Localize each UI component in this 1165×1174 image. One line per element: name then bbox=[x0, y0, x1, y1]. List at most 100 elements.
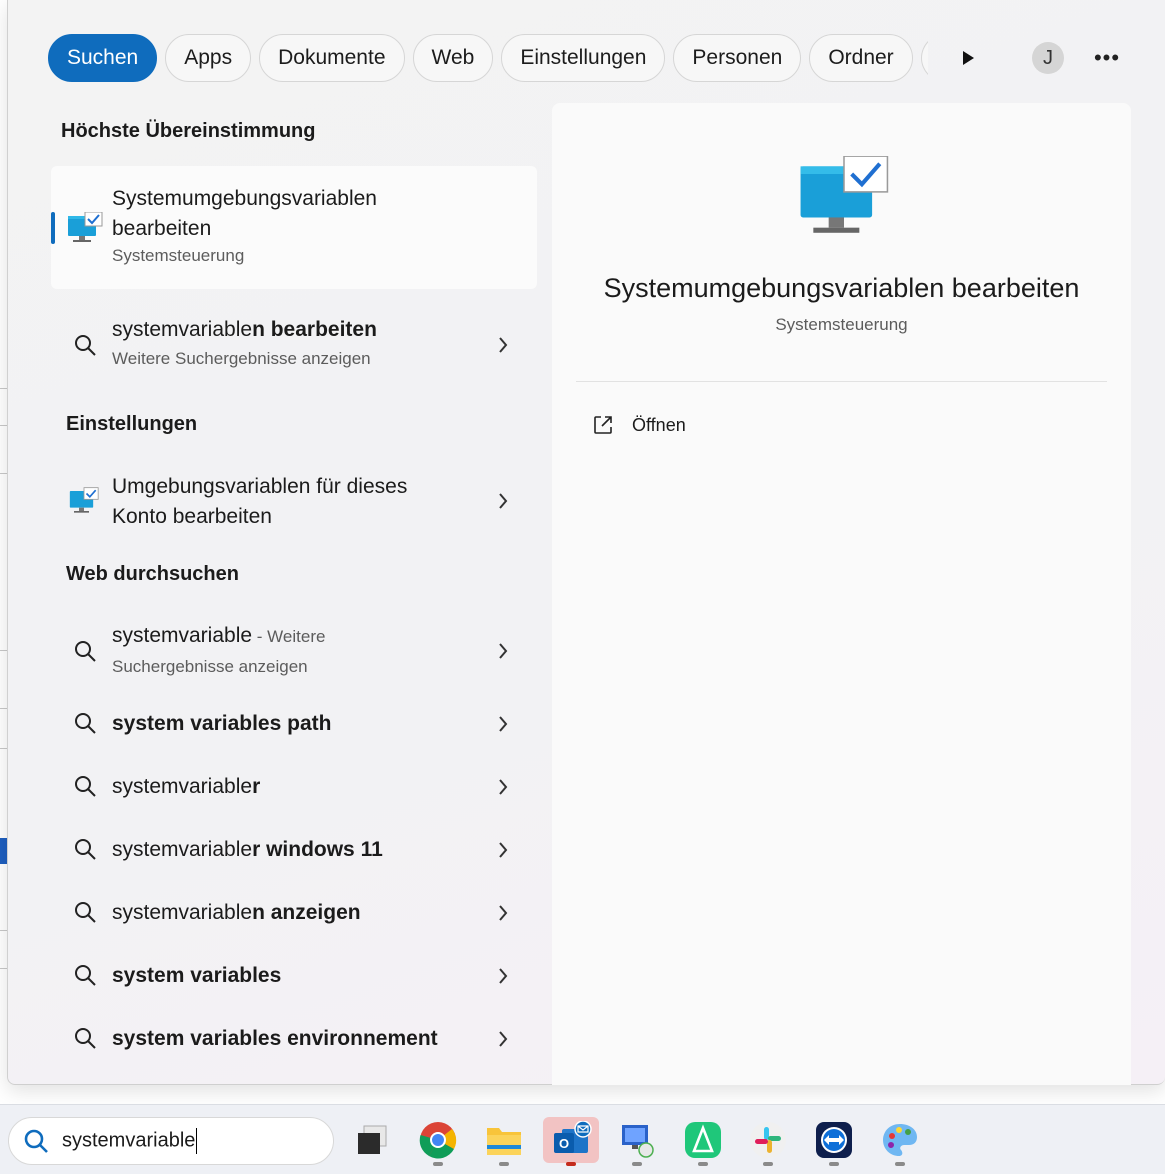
web-result-query: systemvariable bbox=[112, 624, 253, 647]
best-match-subtitle: Systemsteuerung bbox=[112, 246, 245, 265]
search-input[interactable]: systemvariable bbox=[62, 1128, 198, 1154]
paint-app-button[interactable] bbox=[877, 1117, 923, 1166]
suggestion-subtitle: Weitere Suchergebnisse anzeigen bbox=[112, 349, 371, 368]
chip-einstellungen[interactable]: Einstellungen bbox=[501, 34, 666, 82]
web-search-heading: Web durchsuchen bbox=[66, 563, 239, 585]
scroll-chips-right-icon[interactable] bbox=[954, 44, 982, 72]
chevron-right-icon bbox=[499, 493, 508, 509]
running-indicator bbox=[499, 1162, 509, 1166]
web-suggestion-bold: system variables environnement bbox=[112, 1027, 438, 1050]
web-result-row[interactable]: systemvariable - Weitere Suchergebnisse … bbox=[51, 618, 537, 688]
web-suggestion-row[interactable]: systemvariabler bbox=[51, 757, 537, 815]
search-icon bbox=[73, 333, 97, 362]
open-action[interactable]: Öffnen bbox=[592, 409, 892, 441]
remote-desktop-button[interactable] bbox=[614, 1117, 660, 1166]
best-match-heading: Höchste Übereinstimmung bbox=[61, 120, 316, 142]
web-suggestion-row[interactable]: systemvariabler windows 11 bbox=[51, 820, 537, 878]
best-match-result[interactable]: Systemumgebungsvariablen bearbeiten Syst… bbox=[51, 166, 537, 289]
chevron-right-icon bbox=[499, 337, 508, 353]
web-suggestion-row[interactable]: systemvariablen anzeigen bbox=[51, 883, 537, 941]
web-suggestion-prefix: systemvariable bbox=[112, 775, 253, 798]
chevron-right-icon bbox=[499, 1031, 508, 1047]
preview-pane: Systemumgebungsvariablen bearbeiten Syst… bbox=[552, 103, 1131, 1085]
search-input-value: systemvariable bbox=[62, 1129, 196, 1152]
green-app-icon bbox=[685, 1122, 721, 1158]
chevron-right-icon bbox=[499, 842, 508, 858]
suggestion-text: systemvariablen bearbeiten bbox=[112, 318, 377, 342]
taskbar: systemvariable O bbox=[0, 1104, 1165, 1174]
system-monitor-icon bbox=[67, 211, 103, 249]
selection-indicator bbox=[51, 212, 55, 244]
running-indicator bbox=[698, 1162, 708, 1166]
preview-divider bbox=[576, 381, 1107, 382]
web-suggestion-text: systemvariabler bbox=[112, 775, 260, 799]
running-indicator bbox=[763, 1162, 773, 1166]
slack-app-button[interactable] bbox=[745, 1117, 791, 1166]
chrome-icon bbox=[419, 1122, 457, 1159]
web-suggestion-prefix: systemvariable bbox=[112, 838, 253, 861]
chevron-right-icon bbox=[499, 968, 508, 984]
web-result-separator: - Weitere bbox=[252, 627, 326, 646]
web-suggestion-text: system variables path bbox=[112, 712, 331, 736]
search-icon bbox=[73, 1026, 97, 1055]
running-indicator bbox=[895, 1162, 905, 1166]
folder-icon bbox=[487, 1128, 521, 1155]
green-app-button[interactable] bbox=[680, 1117, 726, 1166]
system-monitor-icon bbox=[69, 487, 99, 520]
avatar[interactable]: J bbox=[1032, 42, 1064, 74]
web-suggestion-prefix: systemvariable bbox=[112, 901, 253, 924]
teamviewer-app-button[interactable] bbox=[811, 1117, 857, 1166]
best-match-title: Systemumgebungsvariablen bearbeiten bbox=[112, 187, 377, 240]
web-suggestion-text: system variables bbox=[112, 964, 281, 988]
search-flyout: Suchen Apps Dokumente Web Einstellungen … bbox=[7, 0, 1165, 1085]
web-result-text: systemvariable - Weitere bbox=[112, 624, 325, 648]
settings-result-row[interactable]: Umgebungsvariablen für dieses Konto bear… bbox=[51, 465, 537, 541]
preview-title: Systemumgebungsvariablen bearbeiten bbox=[603, 273, 1080, 303]
search-icon bbox=[73, 963, 97, 992]
remote-desktop-icon bbox=[622, 1125, 654, 1158]
chip-ordner[interactable]: Ordner bbox=[809, 34, 913, 82]
web-suggestion-bold: system variables path bbox=[112, 712, 332, 735]
file-explorer-button[interactable] bbox=[481, 1117, 527, 1166]
web-suggestion-row[interactable]: system variables bbox=[51, 946, 537, 1004]
slack-icon bbox=[750, 1122, 786, 1158]
web-suggestion-row[interactable]: system variables path bbox=[51, 694, 537, 752]
text-caret bbox=[196, 1128, 198, 1154]
taskbar-search-box[interactable]: systemvariable bbox=[8, 1117, 334, 1165]
open-external-icon bbox=[594, 416, 612, 434]
chrome-app-button[interactable] bbox=[415, 1117, 461, 1166]
web-result-subtitle: Suchergebnisse anzeigen bbox=[112, 657, 308, 676]
system-monitor-icon bbox=[798, 155, 890, 243]
chip-dokumente[interactable]: Dokumente bbox=[259, 34, 405, 82]
chip-suchen[interactable]: Suchen bbox=[48, 34, 158, 82]
filter-chip-bar: Suchen Apps Dokumente Web Einstellungen … bbox=[48, 34, 928, 82]
search-icon bbox=[73, 711, 97, 740]
settings-heading: Einstellungen bbox=[66, 413, 198, 435]
search-icon bbox=[73, 639, 97, 668]
task-view-button[interactable] bbox=[349, 1117, 395, 1163]
web-suggestion-text: systemvariablen anzeigen bbox=[112, 901, 361, 925]
preview-subtitle: Systemsteuerung bbox=[775, 315, 908, 334]
running-indicator bbox=[566, 1162, 576, 1166]
teamviewer-icon bbox=[816, 1122, 852, 1158]
search-suggestion-row[interactable]: systemvariablen bearbeiten Weitere Suche… bbox=[51, 312, 537, 382]
chevron-right-icon bbox=[499, 643, 508, 659]
chevron-right-icon bbox=[499, 905, 508, 921]
web-suggestion-bold: n anzeigen bbox=[252, 901, 361, 924]
settings-result-title: Umgebungsvariablen für dieses Konto bear… bbox=[112, 475, 408, 528]
chip-apps[interactable]: Apps bbox=[165, 34, 252, 82]
search-icon bbox=[73, 900, 97, 929]
paint-palette-icon bbox=[883, 1124, 917, 1156]
chip-fotos-partial[interactable]: Fo bbox=[920, 34, 928, 82]
web-suggestion-row[interactable]: system variables environnement bbox=[51, 1009, 537, 1067]
chevron-right-icon bbox=[499, 779, 508, 795]
running-indicator bbox=[433, 1162, 443, 1166]
search-icon bbox=[73, 774, 97, 803]
more-options-button[interactable]: ••• bbox=[1091, 44, 1123, 72]
chevron-right-icon bbox=[499, 716, 508, 732]
running-indicator bbox=[829, 1162, 839, 1166]
chip-personen[interactable]: Personen bbox=[673, 34, 802, 82]
task-view-icon bbox=[358, 1125, 387, 1154]
chip-web[interactable]: Web bbox=[412, 34, 494, 82]
outlook-app-button[interactable]: O bbox=[543, 1117, 599, 1166]
